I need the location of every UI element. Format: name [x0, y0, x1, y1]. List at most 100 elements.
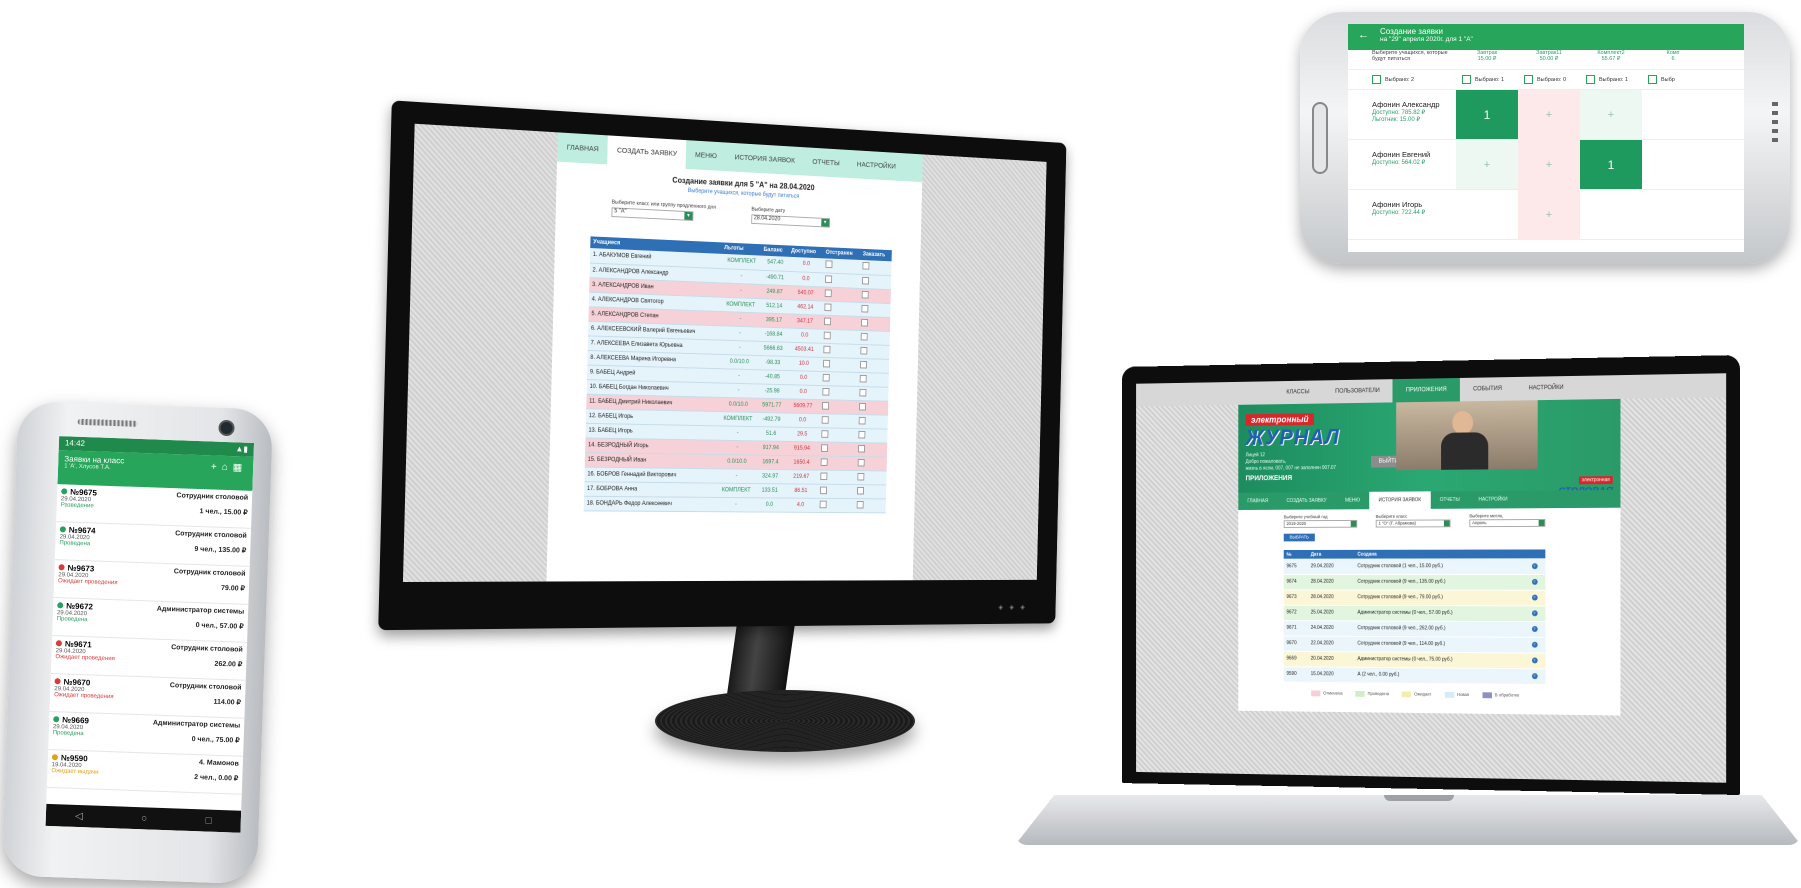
- back-icon[interactable]: ◁: [75, 810, 83, 821]
- plus-icon[interactable]: +: [211, 461, 222, 472]
- meal-cell[interactable]: +: [1518, 190, 1580, 239]
- home-button[interactable]: [1312, 102, 1328, 174]
- order-checkbox[interactable]: [858, 301, 891, 318]
- suspended-checkbox[interactable]: [816, 497, 855, 513]
- meal-cell[interactable]: +: [1580, 90, 1642, 139]
- suspended-checkbox[interactable]: [817, 455, 856, 471]
- column-checkbox[interactable]: Выбрано: 0: [1518, 75, 1580, 84]
- meal-cell[interactable]: +: [1456, 140, 1518, 189]
- meal-cell[interactable]: 1: [1456, 90, 1518, 139]
- suspended-checkbox[interactable]: [819, 399, 857, 415]
- order-checkbox[interactable]: [858, 287, 891, 304]
- meal-cell[interactable]: +: [1518, 90, 1580, 139]
- table-row[interactable]: 9672 25.04.2020 Администратор системы (0 ч…: [1283, 604, 1546, 622]
- nav-tab[interactable]: МЕНЮ: [686, 140, 726, 171]
- sub-nav-tab[interactable]: ГЛАВНАЯ: [1238, 492, 1277, 510]
- help-icon[interactable]: [1528, 574, 1546, 590]
- sub-nav-tab[interactable]: НАСТРОЙКИ: [1469, 491, 1517, 509]
- meal-cell[interactable]: [1580, 190, 1642, 239]
- suspended-checkbox[interactable]: [822, 258, 861, 274]
- top-nav-item[interactable]: КЛАССЫ: [1274, 380, 1323, 404]
- order-checkbox[interactable]: [859, 259, 892, 276]
- nav-tab[interactable]: СОЗДАТЬ ЗАЯВКУ: [607, 135, 687, 169]
- suspended-checkbox[interactable]: [818, 413, 857, 429]
- suspended-checkbox[interactable]: [821, 314, 859, 330]
- suspended-checkbox[interactable]: [817, 469, 855, 485]
- sub-nav-tab[interactable]: СОЗДАТЬ ЗАЯВКУ: [1277, 492, 1336, 510]
- class-select[interactable]: 5 "А": [611, 207, 694, 221]
- table-row[interactable]: 9673 28.04.2020 Сотрудник столовой (9 чел.…: [1283, 589, 1546, 606]
- help-icon[interactable]: [1528, 621, 1546, 637]
- year-select[interactable]: 2019-2020: [1283, 519, 1358, 528]
- suspended-checkbox[interactable]: [819, 385, 857, 401]
- table-row[interactable]: 9675 29.04.2020 Сотрудник столовой (1 чел.…: [1283, 558, 1546, 575]
- nav-tab[interactable]: НАСТРОЙКИ: [848, 150, 905, 181]
- calendar-icon[interactable]: ▦: [233, 462, 248, 473]
- month-select[interactable]: Апрель: [1469, 518, 1546, 528]
- home-icon[interactable]: ○: [141, 813, 147, 824]
- meal-cell[interactable]: 1: [1580, 140, 1642, 189]
- help-icon[interactable]: [1528, 558, 1546, 575]
- table-row[interactable]: 9674 28.04.2020 Сотрудник столовой (9 чел.…: [1283, 574, 1546, 590]
- order-checkbox[interactable]: [854, 484, 887, 499]
- order-checkbox[interactable]: [857, 329, 890, 345]
- meal-price: 50.00 ₽: [1539, 56, 1559, 62]
- help-icon[interactable]: [1528, 589, 1546, 606]
- table-row[interactable]: 9671 24.04.2020 Сотрудник столовой (9 чел.…: [1283, 620, 1546, 637]
- date-input[interactable]: 28.04.2020: [751, 214, 830, 228]
- suspended-checkbox[interactable]: [818, 441, 856, 457]
- order-checkbox[interactable]: [856, 371, 889, 387]
- select-all-checkbox[interactable]: Выбрано: 2: [1348, 75, 1456, 84]
- order-checkbox[interactable]: [855, 428, 888, 443]
- nav-tab[interactable]: ИСТОРИЯ ЗАЯВОК: [725, 143, 804, 176]
- select-button[interactable]: ВЫБРАТЬ: [1283, 533, 1315, 542]
- order-checkbox[interactable]: [857, 357, 890, 373]
- meal-cell[interactable]: [1456, 190, 1518, 239]
- help-icon[interactable]: [1528, 668, 1546, 685]
- help-icon[interactable]: [1528, 636, 1546, 653]
- order-checkbox[interactable]: [856, 386, 889, 401]
- suspended-checkbox[interactable]: [820, 328, 859, 344]
- order-checkbox[interactable]: [855, 414, 888, 429]
- meal-cell[interactable]: +: [1518, 140, 1580, 189]
- sub-nav-tab[interactable]: МЕНЮ: [1336, 492, 1369, 510]
- column-checkbox[interactable]: Выбрано: 1: [1456, 75, 1518, 84]
- order-checkbox[interactable]: [858, 315, 891, 332]
- suspended-checkbox[interactable]: [818, 427, 856, 443]
- order-checkbox[interactable]: [859, 273, 892, 290]
- sub-nav-tab[interactable]: ИСТОРИЯ ЗАЯВОК: [1369, 491, 1431, 510]
- order-checkbox[interactable]: [857, 343, 890, 359]
- order-checkbox[interactable]: [853, 498, 886, 513]
- table-row[interactable]: 9590 15.04.2020 А (2 чел., 0.00 руб.): [1283, 666, 1546, 685]
- nav-tab[interactable]: ГЛАВНАЯ: [557, 132, 608, 164]
- suspended-checkbox[interactable]: [821, 300, 859, 316]
- order-checkbox[interactable]: [854, 456, 887, 471]
- order-checkbox[interactable]: [855, 442, 888, 457]
- suspended-checkbox[interactable]: [820, 342, 858, 358]
- sub-nav-tab[interactable]: ОТЧЕТЫ: [1430, 491, 1469, 509]
- suspended-checkbox[interactable]: [822, 272, 860, 288]
- top-nav-item[interactable]: НАСТРОЙКИ: [1515, 376, 1577, 401]
- table-row[interactable]: 9670 22.04.2020 Сотрудник столовой (9 чел.…: [1283, 635, 1546, 653]
- cap-icon[interactable]: ⌂: [221, 462, 232, 473]
- order-checkbox[interactable]: [856, 400, 889, 415]
- list-item[interactable]: №9590 19.04.2020 Ожидает выдачи 4. Мамонов 2…: [46, 749, 244, 795]
- class-select[interactable]: 1 "О" (Г. Абрамова): [1375, 519, 1451, 528]
- help-icon[interactable]: [1528, 652, 1546, 669]
- suspended-checkbox[interactable]: [820, 356, 858, 372]
- top-nav-item[interactable]: ПРИЛОЖЕНИЯ: [1392, 377, 1460, 403]
- top-nav-item[interactable]: СОБЫТИЯ: [1460, 377, 1515, 401]
- help-icon[interactable]: [1528, 605, 1546, 622]
- column-checkbox[interactable]: Выбр: [1642, 75, 1704, 84]
- recents-icon[interactable]: □: [205, 815, 211, 826]
- nav-tab[interactable]: ОТЧЕТЫ: [803, 147, 848, 178]
- legend-item: Ожидает: [1402, 691, 1431, 697]
- row-creator: Сотрудник столовой (9 чел., 79.00 руб.): [1354, 589, 1529, 606]
- suspended-checkbox[interactable]: [817, 483, 855, 499]
- suspended-checkbox[interactable]: [819, 370, 858, 387]
- column-checkbox[interactable]: Выбрано: 1: [1580, 75, 1642, 84]
- suspended-checkbox[interactable]: [821, 286, 860, 302]
- top-nav-item[interactable]: ПОЛЬЗОВАТЕЛИ: [1322, 379, 1392, 403]
- header-actions[interactable]: +⌂▦: [211, 461, 248, 473]
- order-checkbox[interactable]: [854, 470, 887, 485]
